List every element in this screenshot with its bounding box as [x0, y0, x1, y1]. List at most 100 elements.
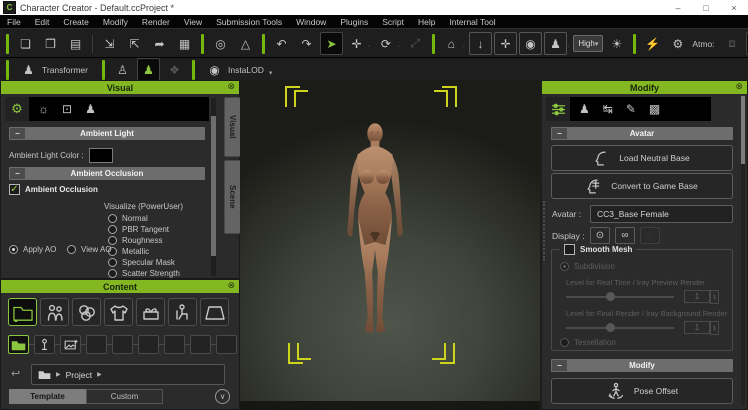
content-panel-header[interactable]: Content ⊗: [1, 280, 239, 293]
viewport-3d[interactable]: [240, 80, 540, 410]
calibrate-icon[interactable]: △: [234, 32, 257, 55]
menu-item-edit[interactable]: Edit: [28, 17, 57, 27]
maximize-button[interactable]: □: [692, 3, 720, 13]
tab-bones[interactable]: ↹: [603, 102, 613, 116]
visual-panel-header[interactable]: Visual ⊗: [1, 81, 239, 94]
modify-panel-header[interactable]: Modify ⊗: [542, 81, 747, 94]
ambient-occlusion-checkbox[interactable]: ✓: [9, 184, 20, 195]
tab-avatar-display[interactable]: ♟: [85, 102, 96, 116]
character-model[interactable]: [331, 85, 419, 380]
pose-offset-button[interactable]: Pose Offset: [551, 378, 733, 404]
ambient-light-section-header[interactable]: − Ambient Light: [9, 127, 205, 140]
rotate-tool-dropdown-dot[interactable]: ·: [397, 43, 399, 50]
render-quality-select[interactable]: High ▾: [573, 35, 603, 52]
collapse-icon[interactable]: −: [10, 128, 25, 139]
frame-object-icon[interactable]: ↓: [469, 32, 492, 55]
radio-icon[interactable]: [108, 269, 117, 278]
menu-item-file[interactable]: File: [0, 17, 28, 27]
transformer-button[interactable]: ♟ Transformer: [15, 57, 96, 82]
radio-view-ao[interactable]: View AO: [67, 245, 112, 254]
face-camera-icon[interactable]: ♟: [544, 32, 567, 55]
radio-icon[interactable]: [108, 214, 117, 223]
rotate-tool-icon[interactable]: ⟳: [374, 32, 397, 55]
atmosphere-gear-icon[interactable]: ⚙: [666, 32, 689, 55]
import-content-icon[interactable]: ⇲: [98, 32, 121, 55]
subfolder-image-icon[interactable]: [60, 335, 81, 354]
convert-to-game-base-button[interactable]: Convert to Game Base: [551, 173, 733, 199]
radio-icon[interactable]: [108, 225, 117, 234]
menu-item-submission-tools[interactable]: Submission Tools: [209, 17, 289, 27]
modify-section-header[interactable]: − Modify: [551, 359, 733, 372]
move-tool-dropdown-dot[interactable]: ·: [368, 43, 370, 50]
collapse-icon[interactable]: −: [552, 360, 567, 371]
edit-mesh-mode-icon[interactable]: ♟: [137, 58, 160, 81]
dock-tab-scene[interactable]: Scene: [224, 160, 241, 234]
move-tool-icon[interactable]: ✛: [345, 32, 368, 55]
menu-item-modify[interactable]: Modify: [96, 17, 135, 27]
pose-mode-icon[interactable]: ♙: [111, 58, 134, 81]
category-material-icon[interactable]: [72, 298, 101, 326]
tab-scene-camera[interactable]: ⊡: [62, 102, 72, 116]
menu-item-help[interactable]: Help: [411, 17, 442, 27]
modify-panel-scrollbar[interactable]: [741, 96, 745, 405]
visual-panel-scrollbar[interactable]: [211, 98, 216, 276]
radio-icon[interactable]: [67, 245, 76, 254]
menu-item-internal-tool[interactable]: Internal Tool: [442, 17, 502, 27]
load-neutral-base-button[interactable]: Load Neutral Base: [551, 145, 733, 171]
redo-icon[interactable]: ↷: [295, 32, 318, 55]
instalod-button[interactable]: ◉ InstaLOD ▾: [201, 57, 278, 82]
smooth-mesh-checkbox[interactable]: [564, 244, 575, 255]
camera-setting-icon[interactable]: ◉: [519, 32, 542, 55]
category-actor-icon[interactable]: [40, 298, 69, 326]
bake-textures-icon[interactable]: ◎: [209, 32, 232, 55]
radio-normal[interactable]: Normal: [108, 214, 148, 223]
menu-item-render[interactable]: Render: [135, 17, 177, 27]
menu-item-plugins[interactable]: Plugins: [333, 17, 375, 27]
category-accessory-icon[interactable]: [136, 298, 165, 326]
category-stage-icon[interactable]: [200, 298, 229, 326]
radio-pbr-tangent[interactable]: PBR Tangent: [108, 225, 169, 234]
tab-custom[interactable]: Custom: [86, 389, 163, 404]
minimize-button[interactable]: –: [664, 3, 692, 13]
radio-specular-mask[interactable]: Specular Mask: [108, 258, 175, 267]
tab-texture[interactable]: ▩: [649, 102, 660, 116]
brightness-icon[interactable]: ☀: [605, 32, 628, 55]
radio-apply-ao[interactable]: Apply AO: [9, 245, 56, 254]
radio-icon[interactable]: [108, 258, 117, 267]
visual-panel-close-icon[interactable]: ⊗: [227, 81, 235, 92]
menu-item-script[interactable]: Script: [375, 17, 411, 27]
content-panel-close-icon[interactable]: ⊗: [227, 280, 235, 291]
radio-roughness[interactable]: Roughness: [108, 236, 162, 245]
home-view-dropdown-dot[interactable]: ·: [463, 43, 465, 50]
radio-icon-selected[interactable]: [9, 245, 18, 254]
expand-content-icon[interactable]: ∨: [215, 389, 230, 404]
radio-scatter-strength[interactable]: Scatter Strength: [108, 269, 180, 278]
dock-tab-visual[interactable]: Visual: [224, 97, 241, 157]
category-project-folder-icon[interactable]: [8, 298, 37, 326]
avatar-section-header[interactable]: − Avatar: [551, 127, 733, 140]
ambient-occlusion-section-header[interactable]: − Ambient Occlusion: [9, 167, 205, 180]
home-view-icon[interactable]: ⌂: [440, 32, 463, 55]
category-pose-icon[interactable]: [168, 298, 197, 326]
avatar-name-field[interactable]: CC3_Base Female: [590, 205, 733, 223]
breadcrumb-project[interactable]: Project: [66, 370, 92, 380]
open-project-icon[interactable]: ❒: [39, 32, 62, 55]
show-mesh-eye-icon[interactable]: ⊙: [590, 227, 610, 244]
tab-morph[interactable]: ✎: [626, 102, 636, 116]
breadcrumb[interactable]: ▶ Project ▶: [31, 364, 225, 385]
new-project-icon[interactable]: ❏: [14, 32, 37, 55]
category-cloth-icon[interactable]: [104, 298, 133, 326]
tab-visual-display[interactable]: ⚙: [5, 97, 29, 121]
tab-actor[interactable]: ♟: [579, 102, 590, 116]
radio-metallic[interactable]: Metallic: [108, 247, 149, 256]
show-accessory-icon[interactable]: ∞: [615, 227, 635, 244]
scrollbar-thumb[interactable]: [211, 116, 216, 256]
save-project-icon[interactable]: ▤: [64, 32, 87, 55]
modify-panel-close-icon[interactable]: ⊗: [735, 81, 743, 92]
menu-item-create[interactable]: Create: [56, 17, 96, 27]
export-content-icon[interactable]: ⇱: [123, 32, 146, 55]
tab-light[interactable]: ☼: [38, 102, 49, 116]
face-camera-dropdown-dot[interactable]: ·: [567, 43, 569, 50]
menu-item-view[interactable]: View: [177, 17, 209, 27]
subfolder-project-icon[interactable]: [8, 335, 29, 354]
